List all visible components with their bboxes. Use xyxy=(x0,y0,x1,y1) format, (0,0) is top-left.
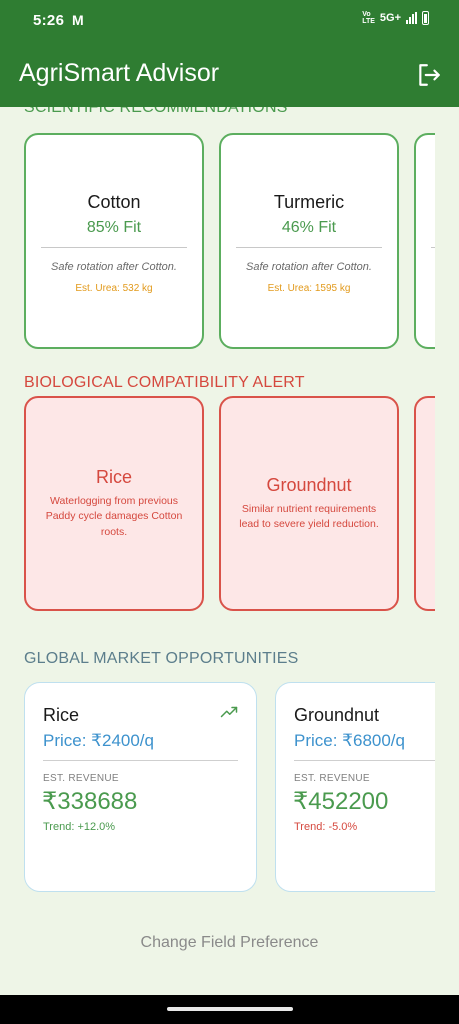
divider xyxy=(43,760,238,761)
system-nav-bar xyxy=(0,995,459,1024)
status-bar: 5:26 M Vo LTE 5G+ xyxy=(0,0,459,44)
recommendations-title: SCIENTIFIC RECOMMENDATIONS xyxy=(24,107,288,116)
recommendation-card[interactable]: Cotton 85% Fit Safe rotation after Cotto… xyxy=(24,133,204,349)
recommendation-card-partial[interactable] xyxy=(414,133,435,349)
market-card[interactable]: Groundnut Price: ₹6800/q EST. REVENUE ₹4… xyxy=(275,682,435,892)
crop-name: Cotton xyxy=(87,192,141,212)
revenue-value: ₹338688 xyxy=(42,788,138,815)
revenue-label: EST. REVENUE xyxy=(43,773,119,784)
urea-estimate: Est. Urea: 1595 kg xyxy=(267,283,351,294)
crop-name: Groundnut xyxy=(294,705,380,725)
urea-estimate: Est. Urea: 532 kg xyxy=(75,283,153,294)
battery-icon xyxy=(422,11,429,25)
divider xyxy=(41,247,187,248)
status-time: 5:26 xyxy=(33,12,65,29)
alert-card[interactable]: Groundnut Similar nutrient requirements … xyxy=(219,396,399,611)
status-indicators: Vo LTE 5G+ xyxy=(362,11,429,25)
recommendations-carousel[interactable]: Cotton 85% Fit Safe rotation after Cotto… xyxy=(24,133,435,350)
alerts-carousel[interactable]: Rice Waterlogging from previous Paddy cy… xyxy=(24,396,435,612)
crop-name: Rice xyxy=(43,705,80,725)
market-title: GLOBAL MARKET OPPORTUNITIES xyxy=(24,650,299,667)
signal-icon xyxy=(406,12,417,24)
rotation-note: Safe rotation after Cotton. xyxy=(51,261,177,273)
change-field-preference-button[interactable]: Change Field Preference xyxy=(0,934,459,952)
divider xyxy=(236,247,382,248)
fit-score: 46% Fit xyxy=(281,219,337,236)
alert-reason: Waterlogging from previous Paddy cycle d… xyxy=(45,494,183,538)
home-gesture-handle[interactable] xyxy=(167,1007,293,1011)
rotation-note: Safe rotation after Cotton. xyxy=(246,261,372,273)
main-content[interactable]: SCIENTIFIC RECOMMENDATIONS Cotton 85% Fi… xyxy=(0,107,459,995)
market-carousel[interactable]: Rice Price: ₹2400/q EST. REVENUE ₹338688… xyxy=(24,682,435,893)
trending-up-icon xyxy=(220,706,238,718)
carrier-icon: M xyxy=(72,12,84,28)
divider xyxy=(294,760,435,761)
crop-name: Rice xyxy=(95,466,132,487)
revenue-value: ₹452200 xyxy=(293,788,389,815)
trend-value: Trend: -5.0% xyxy=(294,821,358,833)
fit-score: 85% Fit xyxy=(86,219,142,236)
network-type: 5G+ xyxy=(379,12,401,24)
trend-value: Trend: +12.0% xyxy=(43,821,116,833)
alert-reason: Similar nutrient requirements lead to se… xyxy=(239,502,379,531)
crop-price: Price: ₹2400/q xyxy=(43,731,154,750)
logout-icon[interactable] xyxy=(416,62,442,88)
alert-card[interactable]: Rice Waterlogging from previous Paddy cy… xyxy=(24,396,204,611)
crop-name: Groundnut xyxy=(266,474,352,495)
app-bar: 5:26 M Vo LTE 5G+ AgriSmart Advisor xyxy=(0,0,459,107)
crop-price: Price: ₹6800/q xyxy=(294,731,405,750)
divider xyxy=(431,247,435,248)
alerts-title: BIOLOGICAL COMPATIBILITY ALERT xyxy=(24,374,305,391)
app-title: AgriSmart Advisor xyxy=(19,59,220,87)
volte-icon: Vo LTE xyxy=(362,11,375,25)
alert-card-partial[interactable] xyxy=(414,396,435,611)
market-card[interactable]: Rice Price: ₹2400/q EST. REVENUE ₹338688… xyxy=(24,682,257,892)
crop-name: Turmeric xyxy=(273,192,345,212)
recommendation-card[interactable]: Turmeric 46% Fit Safe rotation after Cot… xyxy=(219,133,399,349)
revenue-label: EST. REVENUE xyxy=(294,773,370,784)
